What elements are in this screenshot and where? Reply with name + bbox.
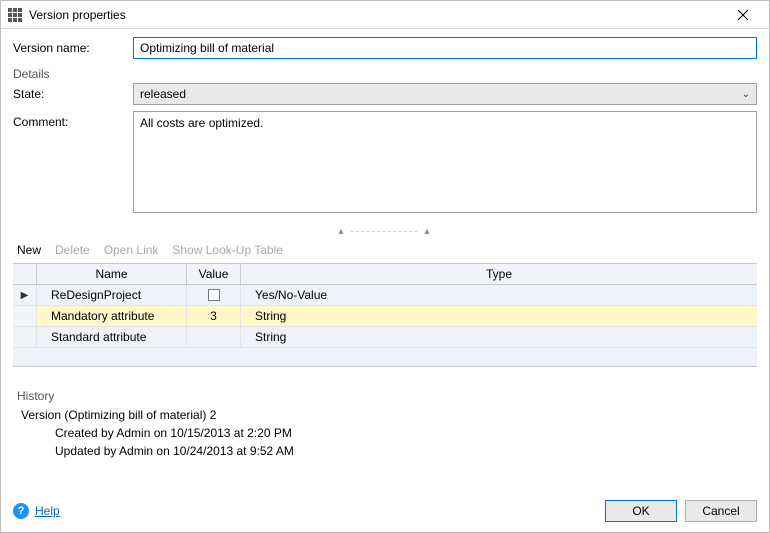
cell-value[interactable] <box>187 285 241 305</box>
comment-textarea[interactable] <box>133 111 757 213</box>
details-section-label: Details <box>13 67 757 81</box>
toolbar-delete: Delete <box>55 243 90 257</box>
window-title: Version properties <box>29 8 723 22</box>
help-icon: ? <box>13 503 29 519</box>
state-value: released <box>140 87 186 101</box>
help-link[interactable]: Help <box>35 504 60 518</box>
row-indicator <box>13 327 37 347</box>
state-select[interactable]: released ⌄ <box>133 83 757 105</box>
close-icon <box>738 10 748 20</box>
grid-toolbar: New Delete Open Link Show Look-Up Table <box>13 239 757 263</box>
app-icon <box>7 7 23 23</box>
dialog-footer: ? Help OK Cancel <box>1 492 769 532</box>
toolbar-lookup: Show Look-Up Table <box>172 243 283 257</box>
checkbox-icon[interactable] <box>208 289 220 301</box>
history-created: Created by Admin on 10/15/2013 at 2:20 P… <box>55 424 753 442</box>
history-title: History <box>17 389 753 403</box>
cell-type: Yes/No-Value <box>241 285 757 305</box>
grid-header-type[interactable]: Type <box>241 264 757 284</box>
table-row[interactable]: Mandatory attribute3String <box>13 306 757 327</box>
grid-empty-area <box>13 348 757 366</box>
ok-button[interactable]: OK <box>605 500 677 522</box>
comment-label: Comment: <box>13 111 133 129</box>
cell-name[interactable]: Standard attribute <box>37 327 187 347</box>
cell-value[interactable]: 3 <box>187 306 241 326</box>
row-indicator <box>13 306 37 326</box>
cell-type: String <box>241 327 757 347</box>
row-indicator: ▶ <box>13 285 37 305</box>
grid-header-value[interactable]: Value <box>187 264 241 284</box>
chevron-down-icon: ⌄ <box>742 89 750 100</box>
cell-type: String <box>241 306 757 326</box>
table-row[interactable]: Standard attribute String <box>13 327 757 348</box>
state-label: State: <box>13 83 133 101</box>
cell-value[interactable] <box>187 327 241 347</box>
toolbar-open-link: Open Link <box>104 243 159 257</box>
toolbar-new[interactable]: New <box>17 243 41 257</box>
history-section: History Version (Optimizing bill of mate… <box>13 389 757 460</box>
close-button[interactable] <box>723 1 763 29</box>
cancel-button[interactable]: Cancel <box>685 500 757 522</box>
version-name-label: Version name: <box>13 37 133 55</box>
title-bar: Version properties <box>1 1 769 29</box>
history-version-line: Version (Optimizing bill of material) 2 <box>21 406 753 424</box>
version-name-input[interactable] <box>133 37 757 59</box>
cell-name[interactable]: Mandatory attribute <box>37 306 187 326</box>
grid-header-rowselector <box>13 264 37 284</box>
history-updated: Updated by Admin on 10/24/2013 at 9:52 A… <box>55 442 753 460</box>
grid-header-name[interactable]: Name <box>37 264 187 284</box>
table-row[interactable]: ▶ReDesignProject Yes/No-Value <box>13 285 757 306</box>
splitter-handle[interactable]: ▴ ············· ▴ <box>13 222 757 239</box>
grid-header: Name Value Type <box>13 264 757 285</box>
attributes-grid: Name Value Type ▶ReDesignProject Yes/No-V… <box>13 263 757 367</box>
cell-name[interactable]: ReDesignProject <box>37 285 187 305</box>
